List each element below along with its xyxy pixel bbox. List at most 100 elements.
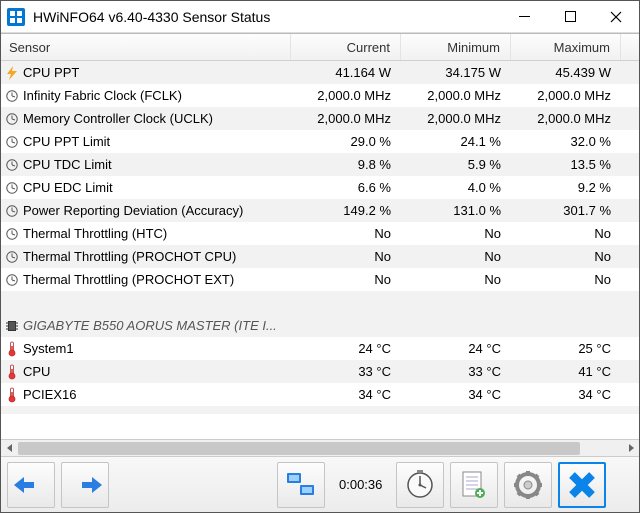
cell-minimum: 131.0 %	[401, 199, 511, 222]
cell-current: No	[291, 222, 401, 245]
cell-current: 34 °C	[291, 383, 401, 406]
therm-icon	[5, 341, 19, 357]
sensor-name: Infinity Fabric Clock (FCLK)	[23, 84, 182, 107]
sensor-grid: Sensor Current Minimum Maximum CPU PPT 41…	[1, 33, 639, 439]
prev-button[interactable]	[7, 462, 55, 508]
sensor-name: CPU EDC Limit	[23, 176, 113, 199]
clock-icon	[5, 180, 19, 196]
sensor-row[interactable]: Thermal Throttling (HTC)NoNoNo	[1, 222, 639, 245]
cell-maximum: 13.5 %	[511, 153, 621, 176]
cell-current: 9.8 %	[291, 153, 401, 176]
sensor-name: Power Reporting Deviation (Accuracy)	[23, 199, 243, 222]
cell-minimum: 33 °C	[401, 360, 511, 383]
clock-button[interactable]	[396, 462, 444, 508]
cell-current: 24 °C	[291, 337, 401, 360]
cell-maximum: 32.0 %	[511, 130, 621, 153]
sensor-name: System1	[23, 337, 74, 360]
network-button[interactable]	[277, 462, 325, 508]
sensor-row[interactable]: CPU EDC Limit 6.6 %4.0 %9.2 %	[1, 176, 639, 199]
cell-minimum: No	[401, 268, 511, 291]
sensor-name: PCIEX16	[23, 383, 76, 406]
horizontal-scrollbar[interactable]	[1, 439, 639, 456]
grid-header: Sensor Current Minimum Maximum	[1, 34, 639, 61]
log-button[interactable]	[450, 462, 498, 508]
clock-icon	[5, 226, 19, 242]
sensor-row[interactable]: CPU TDC Limit 9.8 %5.9 %13.5 %	[1, 153, 639, 176]
scroll-thumb[interactable]	[18, 442, 580, 455]
sensor-row[interactable]: Thermal Throttling (PROCHOT CPU)NoNoNo	[1, 245, 639, 268]
cell-maximum: No	[511, 245, 621, 268]
col-minimum[interactable]: Minimum	[401, 34, 511, 60]
sensor-row[interactable]: Memory Controller Clock (UCLK)2,000.0 MH…	[1, 107, 639, 130]
sensor-name: CPU PPT	[23, 61, 79, 84]
cell-maximum: 25 °C	[511, 337, 621, 360]
cell-current: 149.2 %	[291, 199, 401, 222]
cell-current: No	[291, 245, 401, 268]
cell-current: 2,000.0 MHz	[291, 84, 401, 107]
col-sensor[interactable]: Sensor	[1, 34, 291, 60]
cell-minimum: 2,000.0 MHz	[401, 84, 511, 107]
cell-current: 29.0 %	[291, 130, 401, 153]
scroll-right-arrow[interactable]	[622, 440, 639, 457]
sensor-name: CPU TDC Limit	[23, 153, 112, 176]
cell-minimum: No	[401, 222, 511, 245]
cell-minimum: 5.9 %	[401, 153, 511, 176]
cell-maximum: No	[511, 268, 621, 291]
sensor-name: Thermal Throttling (HTC)	[23, 222, 167, 245]
sensor-name: Thermal Throttling (PROCHOT EXT)	[23, 268, 234, 291]
settings-button[interactable]	[504, 462, 552, 508]
partial-row	[1, 406, 639, 414]
sensor-row[interactable]: CPU PPT Limit 29.0 %24.1 %32.0 %	[1, 130, 639, 153]
sensor-name: Thermal Throttling (PROCHOT CPU)	[23, 245, 236, 268]
toolbar: 0:00:36	[1, 456, 639, 512]
cell-current: 41.164 W	[291, 61, 401, 84]
bolt-icon	[5, 65, 19, 81]
cell-current: No	[291, 268, 401, 291]
cell-minimum: 34 °C	[401, 383, 511, 406]
scroll-left-arrow[interactable]	[1, 440, 18, 457]
cell-minimum: 24.1 %	[401, 130, 511, 153]
sensor-row[interactable]: CPU PPT41.164 W34.175 W45.439 W	[1, 61, 639, 84]
clock-icon	[5, 249, 19, 265]
minimize-button[interactable]	[501, 1, 547, 33]
close-button[interactable]	[593, 1, 639, 33]
sensor-name: CPU PPT Limit	[23, 130, 110, 153]
sensor-row[interactable]: Infinity Fabric Clock (FCLK)2,000.0 MHz2…	[1, 84, 639, 107]
clock-icon	[5, 272, 19, 288]
close-sensors-button[interactable]	[558, 462, 606, 508]
chip-icon	[5, 318, 19, 334]
clock-icon	[5, 88, 19, 104]
col-maximum[interactable]: Maximum	[511, 34, 621, 60]
section-name: GIGABYTE B550 AORUS MASTER (ITE I...	[23, 314, 277, 337]
cell-maximum: No	[511, 222, 621, 245]
window-title: HWiNFO64 v6.40-4330 Sensor Status	[33, 9, 270, 25]
cell-maximum: 301.7 %	[511, 199, 621, 222]
clock-icon	[5, 157, 19, 173]
titlebar: HWiNFO64 v6.40-4330 Sensor Status	[1, 1, 639, 33]
sensor-row[interactable]: PCIEX1634 °C34 °C34 °C	[1, 383, 639, 406]
cell-minimum: 4.0 %	[401, 176, 511, 199]
sensor-row[interactable]: System124 °C24 °C25 °C	[1, 337, 639, 360]
cell-minimum: 24 °C	[401, 337, 511, 360]
blank-row	[1, 291, 639, 314]
sensor-row[interactable]: CPU33 °C33 °C41 °C	[1, 360, 639, 383]
sensor-section-header[interactable]: GIGABYTE B550 AORUS MASTER (ITE I...	[1, 314, 639, 337]
scroll-track[interactable]	[18, 440, 622, 456]
timer-text: 0:00:36	[331, 477, 390, 492]
maximize-button[interactable]	[547, 1, 593, 33]
cell-current: 33 °C	[291, 360, 401, 383]
sensor-row[interactable]: Thermal Throttling (PROCHOT EXT)NoNoNo	[1, 268, 639, 291]
cell-current: 2,000.0 MHz	[291, 107, 401, 130]
col-current[interactable]: Current	[291, 34, 401, 60]
cell-current: 6.6 %	[291, 176, 401, 199]
clock-icon	[5, 111, 19, 127]
cell-maximum: 41 °C	[511, 360, 621, 383]
cell-maximum: 2,000.0 MHz	[511, 84, 621, 107]
sensor-row[interactable]: Power Reporting Deviation (Accuracy) 149.…	[1, 199, 639, 222]
cell-minimum: No	[401, 245, 511, 268]
app-icon	[7, 8, 25, 26]
therm-icon	[5, 387, 19, 403]
next-button[interactable]	[61, 462, 109, 508]
clock-icon	[5, 134, 19, 150]
cell-maximum: 9.2 %	[511, 176, 621, 199]
